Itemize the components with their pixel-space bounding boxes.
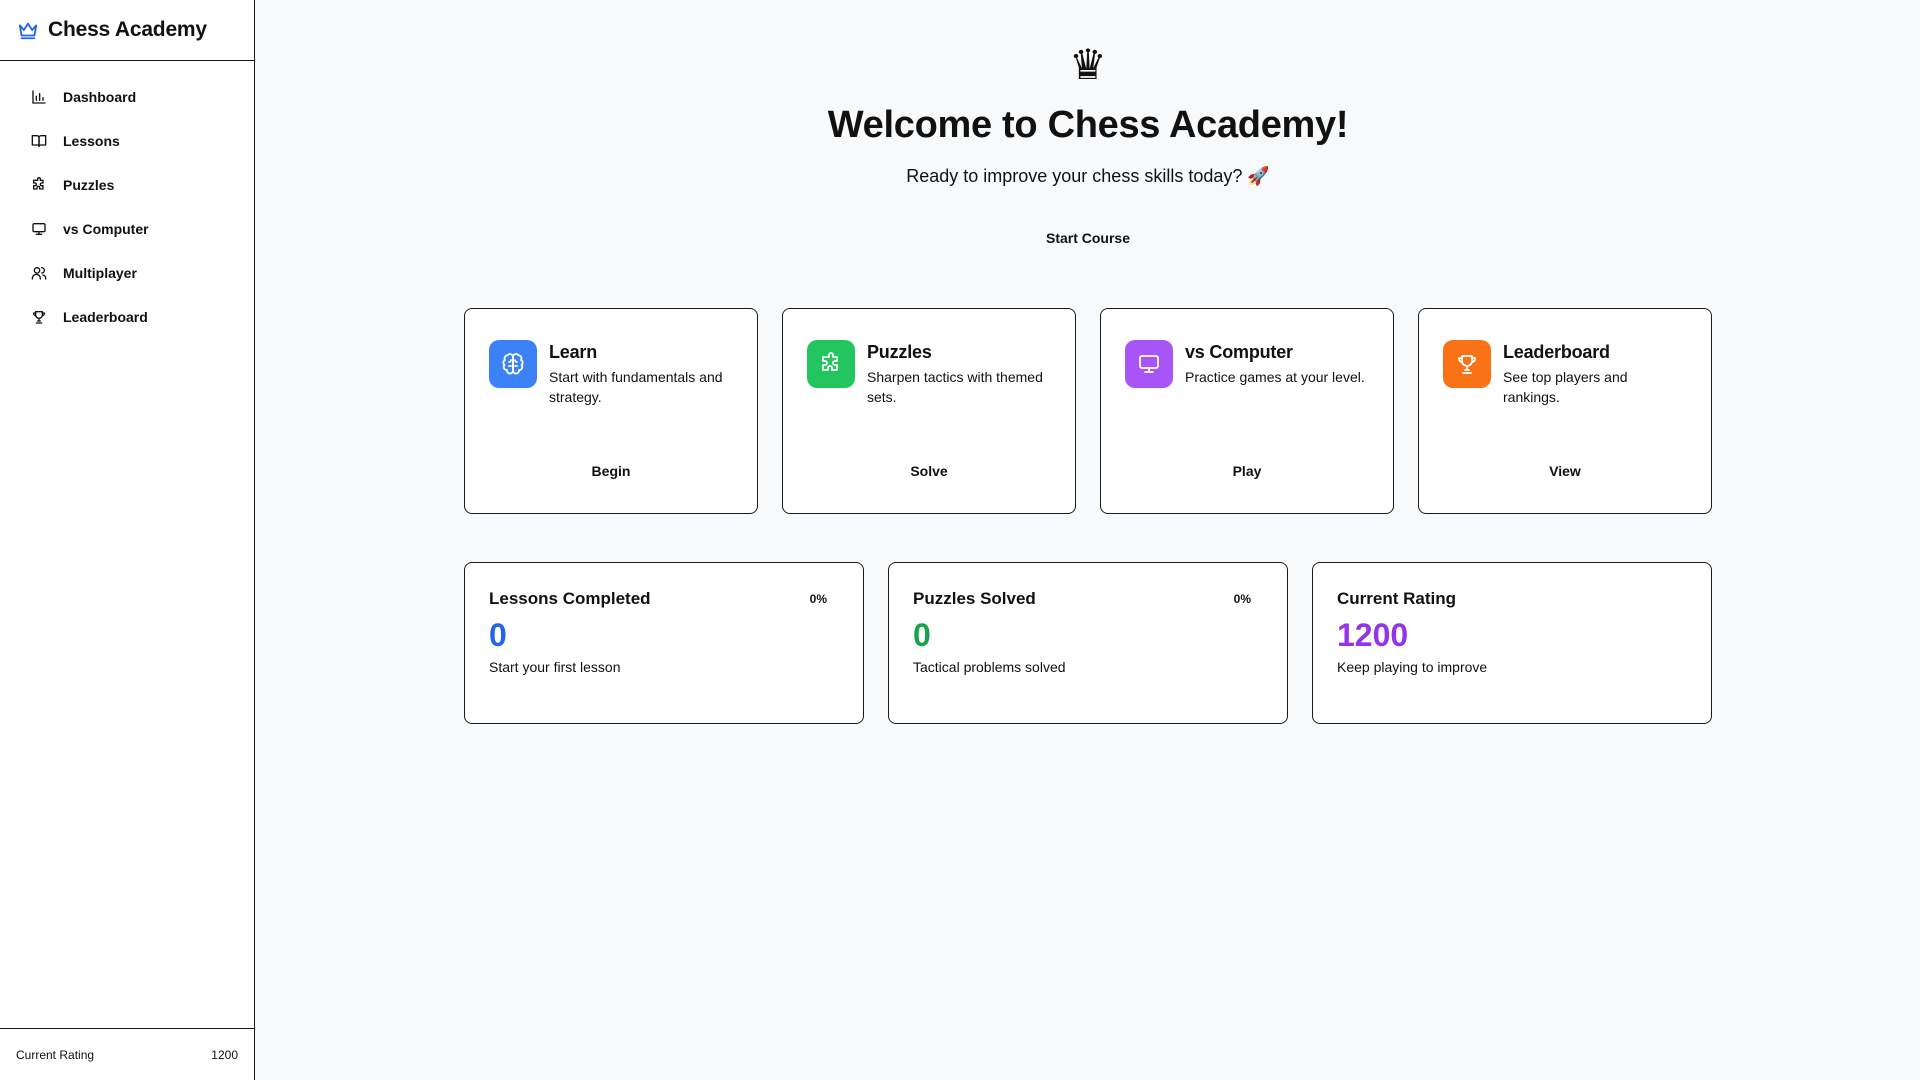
sidebar-item-leaderboard[interactable]: Leaderboard [0,295,254,339]
sidebar-nav: Dashboard Lessons Puzzles vs Computer Mu… [0,61,254,339]
monitor-icon [31,221,47,237]
stats-cards: Lessons Completed 0% 0 Start your first … [464,562,1713,724]
card-puzzles[interactable]: Puzzles Sharpen tactics with themed sets… [782,308,1076,514]
card-description: Practice games at your level. [1185,369,1365,385]
card-title: vs Computer [1185,342,1293,362]
bar-chart-icon [31,89,47,105]
start-course-button[interactable]: Start Course [1038,226,1138,250]
card-title: Learn [549,342,598,362]
sidebar-item-lessons[interactable]: Lessons [0,119,254,163]
card-learn[interactable]: Learn Start with fundamentals and strate… [464,308,758,514]
sidebar-item-label: Multiplayer [63,265,137,281]
brain-icon [489,340,537,388]
monitor-icon [1125,340,1173,388]
sidebar-item-label: vs Computer [63,221,149,237]
stat-lessons-completed: Lessons Completed 0% 0 Start your first … [464,562,864,724]
sidebar-rating: Current Rating 1200 [0,1028,254,1080]
solve-button[interactable]: Solve [783,463,1075,479]
card-vs-computer[interactable]: vs Computer Practice games at your level… [1100,308,1394,514]
stat-percent: 0% [1233,592,1251,606]
page-subtitle: Ready to improve your chess skills today… [906,166,1270,186]
stat-percent: 0% [809,592,827,606]
card-description: Start with fundamentals and strategy. [549,369,723,405]
main-content: ♛ Welcome to Chess Academy! Ready to imp… [256,0,1920,1080]
card-title: Leaderboard [1503,342,1610,362]
crown-icon [16,18,40,42]
stat-current-rating: Current Rating 1200 Keep playing to impr… [1312,562,1712,724]
sidebar-item-dashboard[interactable]: Dashboard [0,75,254,119]
book-icon [31,133,47,149]
rating-value: 1200 [211,1047,238,1062]
card-description: See top players and rankings. [1503,369,1628,405]
stat-label: Puzzles Solved [913,589,1036,608]
stat-puzzles-solved: Puzzles Solved 0% 0 Tactical problems so… [888,562,1288,724]
sidebar-item-label: Leaderboard [63,309,148,325]
sidebar-item-label: Puzzles [63,177,115,193]
page-title: Welcome to Chess Academy! [827,104,1349,146]
stat-note: Keep playing to improve [1337,659,1488,675]
app-title: Chess Academy [48,18,207,41]
begin-button[interactable]: Begin [465,463,757,479]
card-description: Sharpen tactics with themed sets. [867,369,1043,405]
play-button[interactable]: Play [1101,463,1393,479]
sidebar-item-label: Lessons [63,133,120,149]
puzzle-icon [31,177,47,193]
feature-cards: Learn Start with fundamentals and strate… [464,308,1713,514]
sidebar-item-label: Dashboard [63,89,137,105]
sidebar: Chess Academy Dashboard Lessons Puzzles … [0,0,255,1080]
card-leaderboard[interactable]: Leaderboard See top players and rankings… [1418,308,1712,514]
puzzle-icon [807,340,855,388]
sidebar-item-vs-computer[interactable]: vs Computer [0,207,254,251]
trophy-icon [31,309,47,325]
users-icon [31,265,47,281]
sidebar-item-puzzles[interactable]: Puzzles [0,163,254,207]
stat-value: 1200 [1337,617,1409,653]
stat-label: Lessons Completed [489,589,651,608]
queen-icon: ♛ [1069,40,1107,89]
rating-label: Current Rating [16,1047,95,1062]
stat-value: 0 [489,617,507,653]
stat-value: 0 [913,617,931,653]
sidebar-item-multiplayer[interactable]: Multiplayer [0,251,254,295]
brand[interactable]: Chess Academy [0,0,254,61]
view-button[interactable]: View [1419,463,1711,479]
stat-note: Tactical problems solved [913,659,1066,675]
stat-note: Start your first lesson [489,659,621,675]
card-title: Puzzles [867,342,932,362]
stat-label: Current Rating [1337,589,1456,608]
trophy-icon [1443,340,1491,388]
